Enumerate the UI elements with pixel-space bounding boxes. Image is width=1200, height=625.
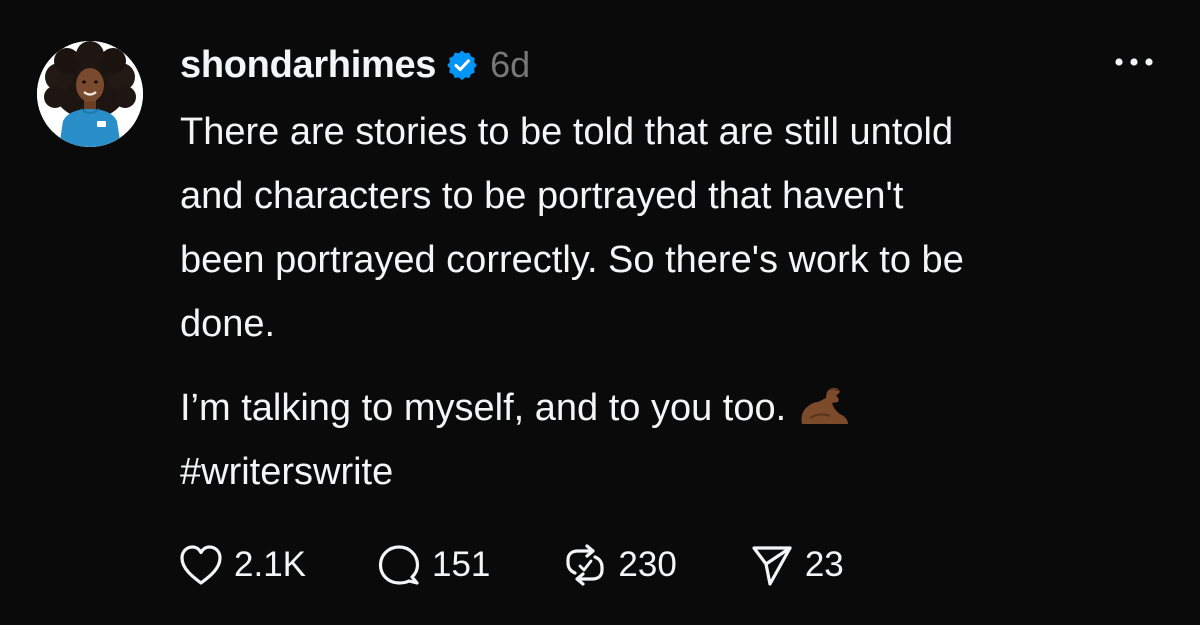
thread-post: shondarhimes 6d There are stories to be … (0, 0, 1200, 625)
username-link[interactable]: shondarhimes (180, 44, 436, 87)
post-text-line: and characters to be portrayed that have… (180, 175, 904, 217)
post-paragraph-2: I’m talking to myself, and to you too. #… (180, 376, 1170, 504)
post-text-line: done. (180, 303, 276, 345)
post-body: There are stories to be told that are st… (180, 100, 1170, 504)
more-options-icon[interactable] (1112, 52, 1156, 72)
post-paragraph-1: There are stories to be told that are st… (180, 100, 1170, 356)
like-count: 2.1K (234, 545, 306, 584)
repost-button[interactable]: 230 (562, 543, 677, 587)
share-count: 23 (804, 545, 844, 584)
post-timestamp: 6d (490, 44, 531, 85)
repost-count: 230 (618, 545, 677, 584)
comment-icon (378, 545, 420, 585)
repost-icon (566, 544, 605, 586)
action-bar: 2.1K 151 230 23 (178, 540, 844, 590)
hashtag-link[interactable]: #writerswrite (180, 440, 1170, 504)
verified-badge-icon (447, 50, 477, 81)
like-button[interactable]: 2.1K (178, 543, 306, 587)
post-text-line: I’m talking to myself, and to you too. (180, 376, 1170, 440)
avatar[interactable] (37, 41, 143, 147)
flexed-biceps-emoji-icon (801, 387, 849, 424)
post-text-line: been portrayed correctly. So there's wor… (180, 239, 964, 281)
post-header: shondarhimes 6d (180, 40, 530, 90)
share-button[interactable]: 23 (749, 543, 844, 587)
post-text-line: There are stories to be told that are st… (180, 111, 954, 153)
reply-button[interactable]: 151 (376, 543, 490, 587)
avatar-image (37, 41, 143, 147)
heart-icon (180, 545, 222, 585)
post-text: I’m talking to myself, and to you too. (180, 387, 787, 429)
reply-count: 151 (432, 545, 491, 584)
send-icon (752, 546, 792, 586)
